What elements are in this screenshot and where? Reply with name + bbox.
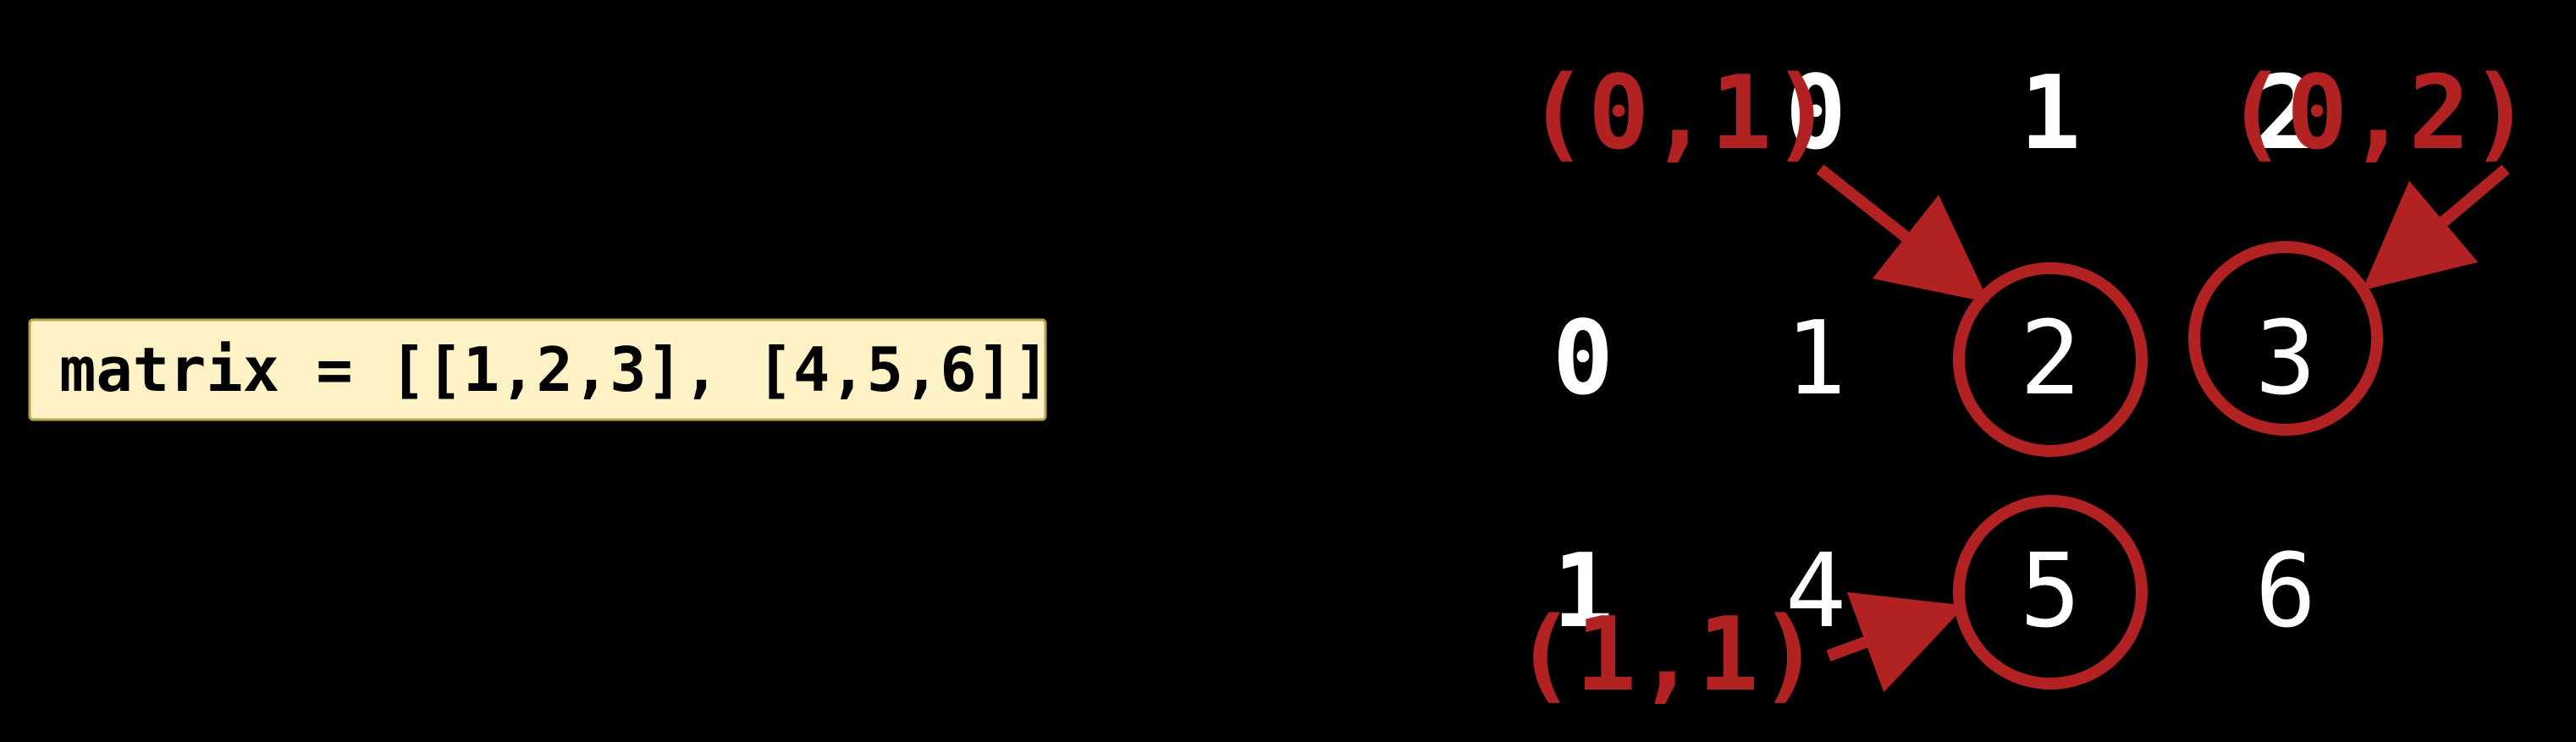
code-box: matrix = [[1,2,3], [4,5,6]]	[30, 320, 1050, 420]
cell-1-2: 6	[2255, 533, 2316, 651]
row-header-0: 0	[1553, 300, 1613, 418]
col-header-1: 1	[2020, 55, 2081, 173]
arrow-icon	[1829, 609, 1955, 656]
arrow-icon	[1820, 169, 1981, 296]
annotation-0-1: (0,1)	[1527, 55, 1833, 173]
cell-1-1: 5	[2020, 533, 2081, 651]
arrow-icon	[2370, 169, 2506, 283]
cell-0-0: 1	[1785, 300, 1846, 418]
cell-0-2: 3	[2255, 300, 2316, 418]
annotation-1-1: (1,1)	[1514, 596, 1820, 714]
annotation-0-2: (0,2)	[2226, 55, 2531, 173]
cell-0-1: 2	[2020, 300, 2081, 418]
code-line: matrix = [[1,2,3], [4,5,6]]	[59, 334, 1050, 405]
